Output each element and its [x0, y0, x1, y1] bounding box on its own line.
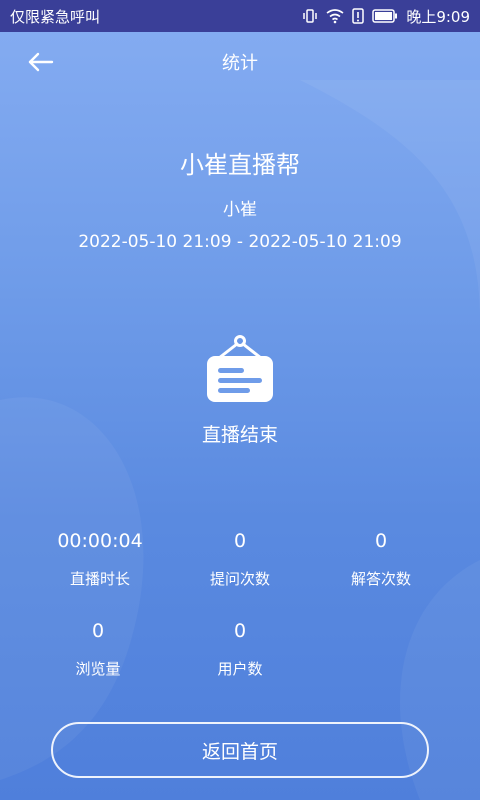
vibrate-icon	[303, 9, 318, 23]
stat-answers: 0 解答次数	[301, 528, 461, 589]
page-title: 统计	[222, 53, 258, 74]
wifi-icon	[326, 9, 344, 24]
stat-label: 解答次数	[350, 570, 411, 588]
stat-label: 用户数	[217, 660, 263, 678]
hanging-sign-icon	[207, 335, 273, 402]
back-arrow-icon[interactable]	[24, 48, 56, 76]
live-time-range: 2022-05-10 21:09 - 2022-05-10 21:09	[78, 232, 402, 252]
stat-value: 0	[91, 620, 105, 642]
stat-value: 0	[233, 620, 247, 642]
stat-label: 提问次数	[209, 570, 270, 588]
stat-views: 0 浏览量	[18, 618, 178, 679]
back-to-home-button[interactable]: 返回首页	[51, 722, 429, 778]
host-name: 小崔	[223, 200, 257, 220]
status-icons: 晚上9:09	[302, 6, 470, 27]
stat-value: 00:00:04	[57, 530, 143, 552]
stat-value: 0	[233, 530, 247, 552]
status-time: 晚上9:09	[406, 7, 470, 26]
stat-value: 0	[374, 530, 388, 552]
status-bar: 仅限紧急呼叫 晚上9:09	[0, 0, 480, 32]
stat-duration: 00:00:04 直播时长	[20, 528, 180, 589]
live-ended-text: 直播结束	[201, 424, 278, 446]
battery-icon	[372, 9, 398, 23]
carrier-text: 仅限紧急呼叫	[10, 7, 101, 26]
header: 统计	[0, 32, 480, 92]
live-room-title: 小崔直播帮	[180, 151, 300, 179]
stat-users: 0 用户数	[160, 618, 320, 679]
sim-alert-icon	[352, 8, 365, 24]
stat-label: 直播时长	[69, 570, 130, 588]
stat-label: 浏览量	[75, 660, 121, 678]
stat-questions: 0 提问次数	[160, 528, 320, 589]
